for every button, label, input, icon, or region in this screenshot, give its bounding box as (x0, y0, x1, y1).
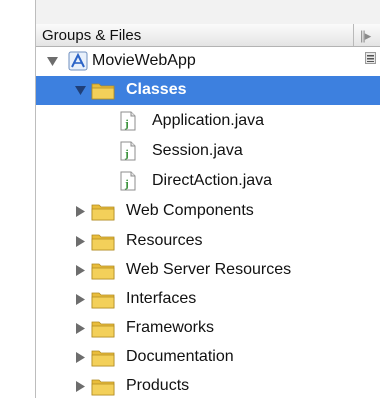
folder-icon (91, 350, 115, 367)
tree-row[interactable]: Resources (36, 227, 380, 256)
tree-row-label: Documentation (126, 348, 234, 365)
tree-row-label: Session.java (152, 142, 243, 159)
folder-icon (91, 321, 115, 338)
disclosure-triangle-expanded-icon[interactable] (74, 84, 87, 97)
tree-row-label: Frameworks (126, 319, 215, 336)
groups-files-tree: MovieWebApp Classes j Application.java j Sess… (36, 47, 380, 398)
tree-row-label: Interfaces (126, 290, 197, 307)
tree-row[interactable]: Classes (36, 76, 380, 105)
tree-row-label: Application.java (152, 112, 265, 129)
disclosure-triangle-collapsed-icon[interactable] (74, 380, 87, 393)
disclosure-triangle-collapsed-icon[interactable] (74, 351, 87, 364)
tree-row[interactable]: j Application.java (36, 107, 380, 136)
svg-text:j: j (124, 118, 129, 130)
folder-icon (91, 379, 115, 396)
tree-row[interactable]: Interfaces (36, 285, 380, 314)
tree-row-label: Resources (126, 232, 203, 249)
disclosure-triangle-collapsed-icon[interactable] (74, 235, 87, 248)
tree-row[interactable]: Web Components (36, 197, 380, 226)
svg-text:j: j (124, 178, 129, 190)
java-file-icon: j (120, 171, 136, 191)
left-strip (0, 0, 36, 398)
tree-row[interactable]: MovieWebApp (36, 47, 380, 76)
folder-icon (91, 234, 115, 251)
disclosure-triangle-collapsed-icon[interactable] (74, 205, 87, 218)
tree-row-label: MovieWebApp (92, 52, 196, 69)
disclosure-triangle-collapsed-icon[interactable] (74, 293, 87, 306)
tree-row[interactable]: Documentation (36, 343, 380, 372)
project-icon (68, 51, 88, 71)
tree-row-label: Products (126, 377, 190, 394)
xcode-window-fragment: Groups & Files ||▸ MovieWebApp Classes j Ap… (0, 0, 380, 398)
disclosure-triangle-collapsed-icon[interactable] (74, 322, 87, 335)
disclosure-triangle-expanded-icon[interactable] (46, 55, 59, 68)
header-separator (353, 24, 354, 46)
tree-row[interactable]: j DirectAction.java (36, 167, 380, 196)
disclosure-triangle-collapsed-icon[interactable] (74, 264, 87, 277)
folder-icon (91, 204, 115, 221)
tree-row[interactable]: Frameworks (36, 314, 380, 343)
svg-text:j: j (124, 148, 129, 160)
java-file-icon: j (120, 111, 136, 131)
tree-row[interactable]: Products (36, 372, 380, 401)
folder-icon (91, 263, 115, 280)
groups-files-header-label: Groups & Files (42, 27, 142, 44)
tree-row-label: Classes (126, 81, 187, 98)
tree-row-label: Web Components (126, 202, 254, 219)
folder-icon (91, 292, 115, 309)
tree-row-label: Web Server Resources (126, 261, 292, 278)
java-file-icon: j (120, 141, 136, 161)
column-resize-icon[interactable]: ||▸ (360, 28, 371, 44)
groups-files-header[interactable]: Groups & Files ||▸ (36, 24, 380, 47)
folder-icon (91, 83, 115, 100)
tree-row-label: DirectAction.java (152, 172, 273, 189)
tree-row[interactable]: Web Server Resources (36, 256, 380, 285)
toolbar-strip (36, 0, 380, 25)
tree-row[interactable]: j Session.java (36, 137, 380, 166)
